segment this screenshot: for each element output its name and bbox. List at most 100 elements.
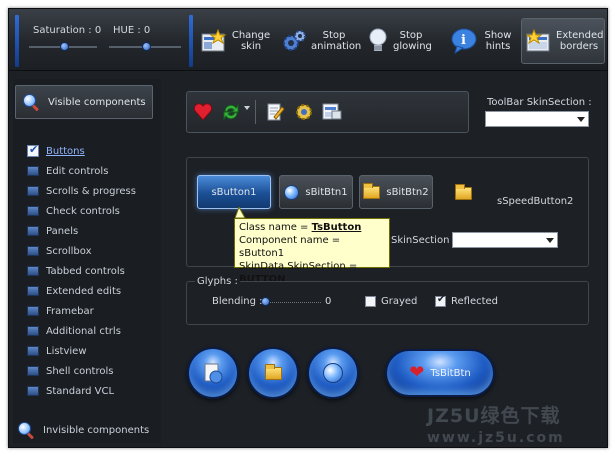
visible-components-button[interactable]: Visible components <box>15 85 153 119</box>
info-balloon-icon: i <box>451 28 477 54</box>
tsbitbtn-button[interactable]: ❤ TsBitBtn <box>385 349 495 397</box>
edit-document-icon[interactable] <box>265 102 285 122</box>
blending-value: 0 <box>325 296 332 307</box>
sidebar-item-shell-controls[interactable]: Shell controls <box>27 363 113 379</box>
sidebar-item-additional-ctrls[interactable]: Additional ctrls <box>27 323 121 339</box>
sidebar-item-label: Framebar <box>46 305 94 317</box>
app-window: Saturation : 0 HUE : 0 Change skin Stop <box>8 8 608 448</box>
sidebar-item-label: Panels <box>46 225 79 237</box>
document-globe-icon <box>204 363 223 384</box>
component-icon <box>27 346 39 356</box>
orb-button-folder[interactable] <box>247 347 299 399</box>
blending-slider-thumb[interactable] <box>261 297 270 306</box>
watermark: JZ5U绿色下载 www.jz5u.com <box>427 401 597 447</box>
watermark-line2: www.jz5u.com <box>427 430 565 446</box>
sidebar-item-scrolls-progress[interactable]: Scrolls & progress <box>27 183 136 199</box>
sbitbtn2[interactable]: sBitBtn2 <box>359 175 433 209</box>
show-hints-label: Show hints <box>484 30 512 52</box>
component-icon <box>27 206 39 216</box>
sidebar-item-framebar[interactable]: Framebar <box>27 303 94 319</box>
sidebar-item-extended-edits[interactable]: Extended edits <box>27 283 121 299</box>
sidebar-item-label: Standard VCL <box>46 385 115 397</box>
sidebar-item-buttons[interactable]: Buttons <box>27 143 85 159</box>
chevron-down-icon <box>577 117 585 122</box>
sidebar-item-tabbed-controls[interactable]: Tabbed controls <box>27 263 125 279</box>
sidebar-item-label: Shell controls <box>46 365 114 377</box>
sidebar-item-label: Check controls <box>46 205 120 217</box>
magnifier-icon <box>22 93 40 111</box>
sidebar-item-scrollbox[interactable]: Scrollbox <box>27 243 92 259</box>
component-hint-tooltip: Class name = TsButton Component name = s… <box>234 218 390 285</box>
heart-icon[interactable] <box>193 102 213 122</box>
sidebar-item-label: Tabbed controls <box>46 265 125 277</box>
extended-borders-button[interactable]: Extended borders <box>521 18 605 64</box>
stop-glowing-label: Stop glowing <box>393 30 432 52</box>
sspeedbutton2-label[interactable]: sSpeedButton2 <box>497 196 573 207</box>
folder-icon <box>363 182 381 199</box>
sidebar-item-edit-controls[interactable]: Edit controls <box>27 163 108 179</box>
show-hints-button[interactable]: i Show hints <box>451 18 517 64</box>
component-icon <box>27 246 39 256</box>
svg-text:i: i <box>461 33 466 48</box>
component-icon <box>27 266 39 276</box>
sbutton1[interactable]: sButton1 <box>197 175 271 209</box>
grayed-checkbox[interactable]: Grayed <box>365 296 417 307</box>
globe-icon <box>284 184 300 200</box>
sample-toolbar <box>186 91 469 133</box>
skinsection-combo[interactable] <box>452 232 558 248</box>
change-skin-icon <box>201 29 227 52</box>
heart-icon: ❤ <box>409 362 425 383</box>
glyphs-label: Glyphs : <box>195 276 240 287</box>
blending-track[interactable] <box>263 302 321 303</box>
sidebar-item-label: Additional ctrls <box>46 325 121 337</box>
sspeedbutton2-folder-icon[interactable] <box>455 184 472 200</box>
folder-icon <box>264 363 282 380</box>
hue-slider-thumb[interactable] <box>142 42 151 51</box>
right-accent-bar <box>189 15 193 67</box>
refresh-icon[interactable] <box>221 102 241 122</box>
visible-components-label: Visible components <box>48 96 146 108</box>
change-skin-button[interactable]: Change skin <box>201 18 273 64</box>
settings-gear-icon[interactable] <box>293 102 315 122</box>
sbitbtn1[interactable]: sBitBtn1 <box>279 175 353 209</box>
component-icon <box>27 166 39 176</box>
stop-glowing-button[interactable]: Stop glowing <box>367 18 443 64</box>
hint-component-line: Component name = sButton1 <box>239 235 341 259</box>
left-accent-bar <box>15 15 19 67</box>
magnifier-icon <box>17 421 35 439</box>
component-icon <box>27 306 39 316</box>
reflected-label: Reflected <box>451 296 499 307</box>
sidebar-item-label: Edit controls <box>46 165 109 177</box>
sidebar-item-label: Buttons <box>46 145 85 157</box>
print-preview-icon[interactable] <box>321 101 343 123</box>
invisible-components-button[interactable]: Invisible components <box>17 421 149 439</box>
toolbar-separator <box>255 100 256 124</box>
reflected-check <box>435 294 446 307</box>
component-icon <box>27 386 39 396</box>
gears-icon <box>283 30 306 51</box>
dropdown-arrow-icon[interactable] <box>244 106 250 110</box>
sidebar-item-listview[interactable]: Listview <box>27 343 87 359</box>
sidebar-item-panels[interactable]: Panels <box>27 223 78 239</box>
watermark-line1: JZ5U绿色下载 <box>427 405 561 427</box>
toolbar-skinsection-label: ToolBar SkinSection : <box>487 97 592 108</box>
chevron-down-icon <box>546 238 554 243</box>
lightbulb-icon <box>369 28 387 51</box>
stop-animation-label: Stop animation <box>311 30 362 52</box>
sidebar-item-label: Extended edits <box>46 285 122 297</box>
sidebar-item-standard-vcl[interactable]: Standard VCL <box>27 383 114 399</box>
orb-button-document[interactable] <box>187 347 239 399</box>
component-icon <box>27 226 39 236</box>
reflected-checkbox[interactable]: Reflected <box>435 294 499 307</box>
sbitbtn2-label: sBitBtn2 <box>386 186 429 198</box>
stop-animation-button[interactable]: Stop animation <box>281 18 361 64</box>
checked-icon <box>27 143 39 157</box>
invisible-components-label: Invisible components <box>43 424 150 436</box>
orb-button-globe[interactable] <box>307 347 359 399</box>
sidebar-item-check-controls[interactable]: Check controls <box>27 203 120 219</box>
saturation-slider-thumb[interactable] <box>60 42 69 51</box>
sidebar-item-label: Scrolls & progress <box>46 185 136 197</box>
toolbar-skinsection-combo[interactable] <box>485 111 589 127</box>
sidebar-item-label: Listview <box>46 345 87 357</box>
hue-label: HUE : 0 <box>113 25 151 36</box>
